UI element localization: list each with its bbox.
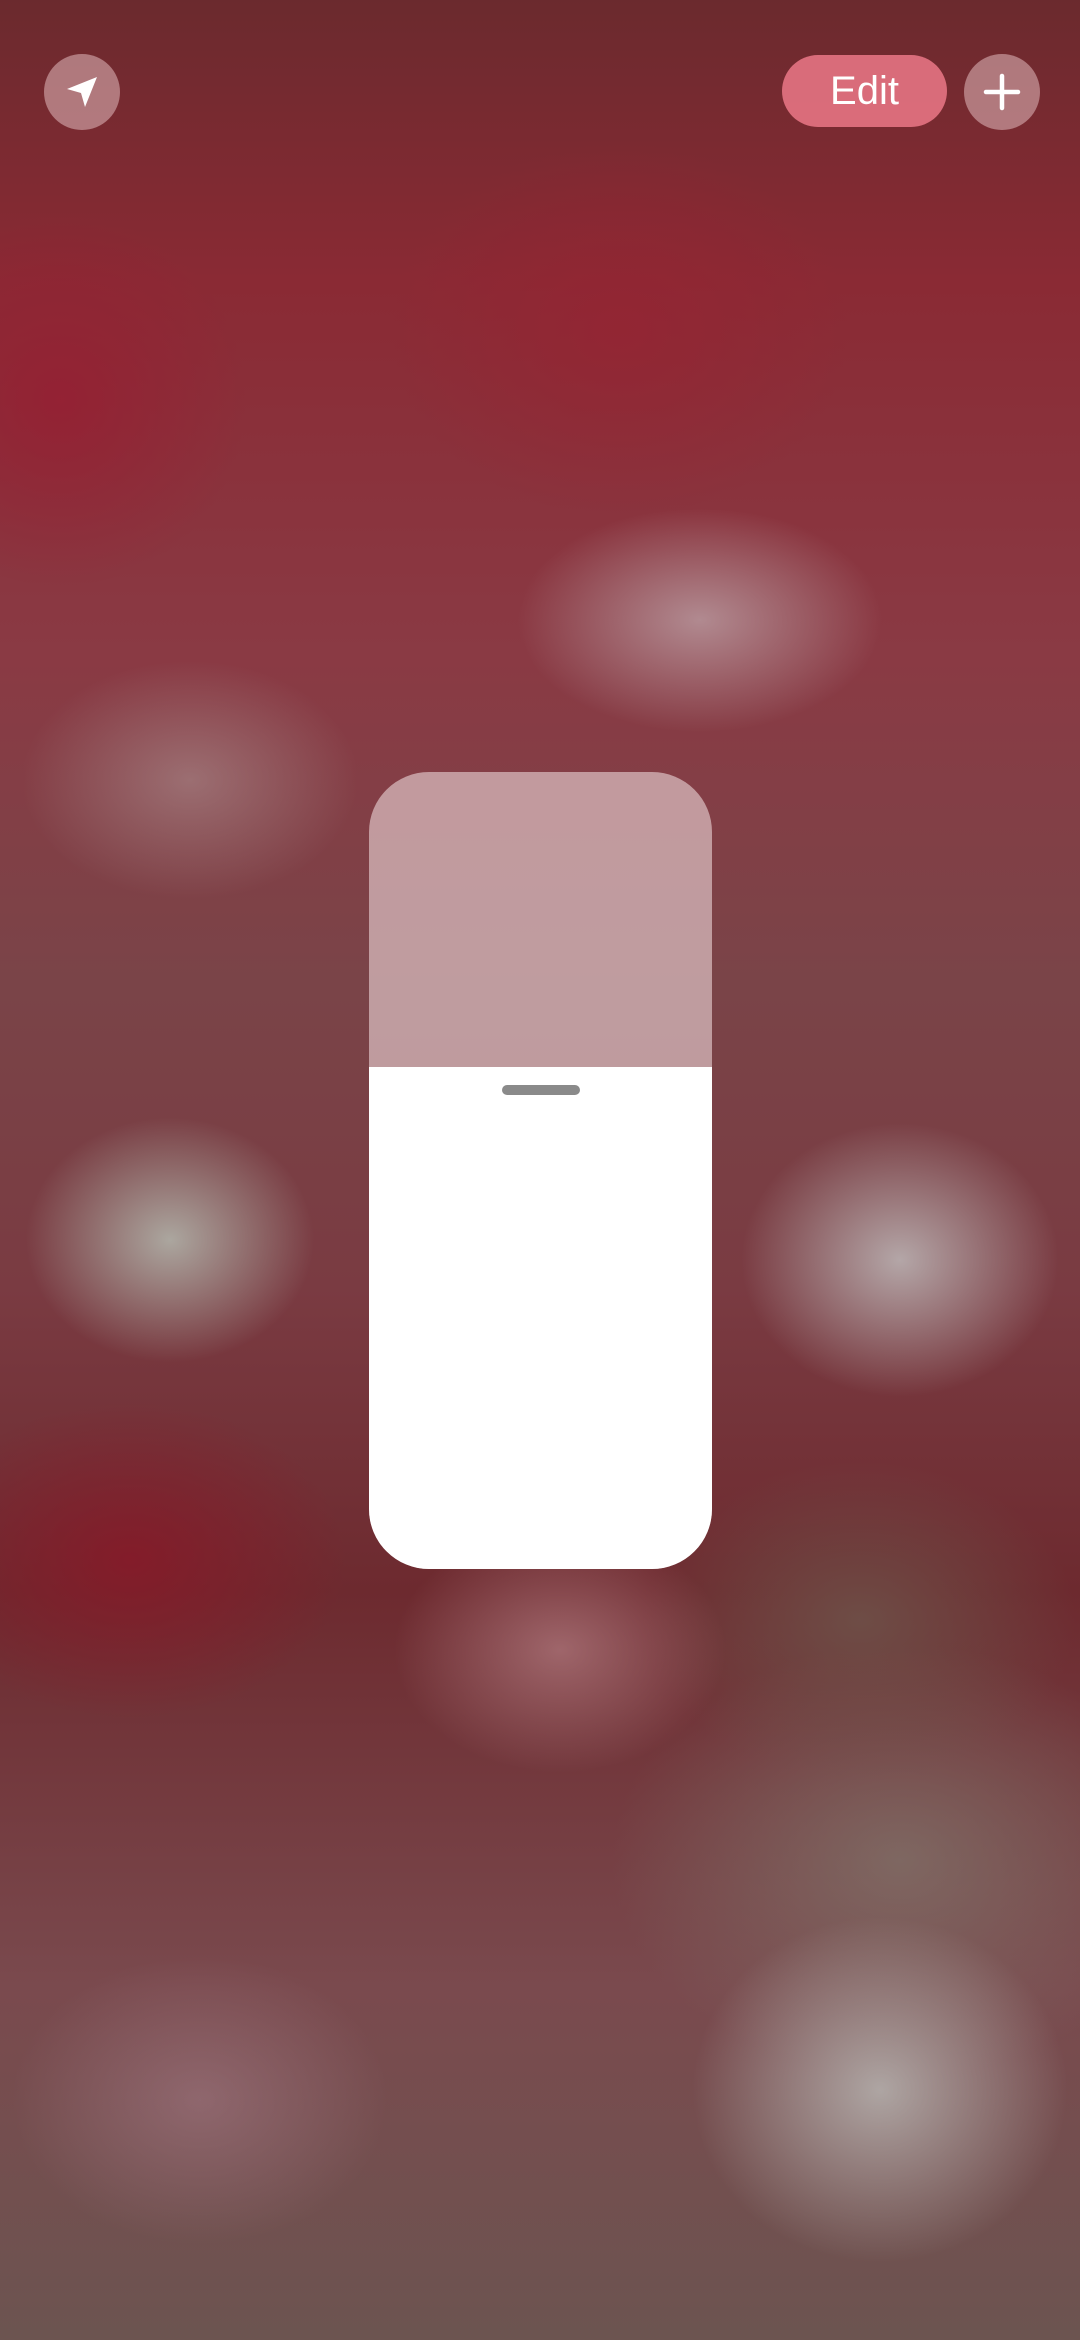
edit-button[interactable]: Edit <box>782 55 947 127</box>
location-button[interactable] <box>44 54 120 130</box>
plus-icon <box>983 73 1021 111</box>
brightness-slider-fill <box>369 1066 712 1569</box>
location-arrow-icon <box>67 77 97 107</box>
slider-grabber[interactable] <box>501 1084 580 1095</box>
add-button[interactable] <box>964 54 1040 130</box>
brightness-slider[interactable] <box>369 772 712 1569</box>
